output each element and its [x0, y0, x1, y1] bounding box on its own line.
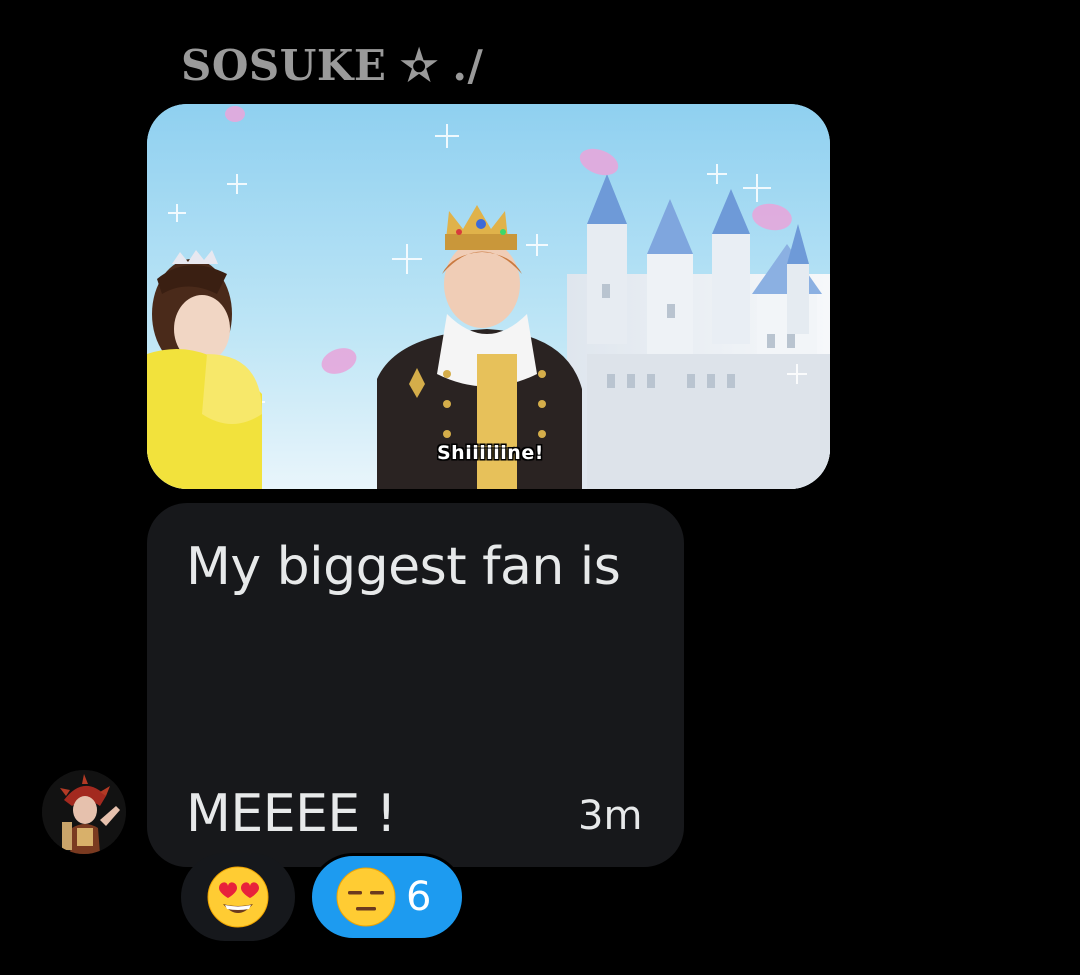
- text-message-bubble[interactable]: My biggest fan is MEEEE ! 3m: [147, 503, 684, 867]
- reaction-expressionless-selected[interactable]: 6: [309, 853, 465, 941]
- reaction-count: 6: [406, 874, 432, 920]
- avatar[interactable]: [42, 770, 126, 854]
- message-timestamp: 3m: [578, 793, 643, 839]
- image-message[interactable]: [147, 104, 830, 489]
- heart-eyes-emoji-icon: [207, 866, 269, 928]
- video-subtitle: Shiiiiiine!: [437, 442, 544, 464]
- expressionless-face-emoji-icon: [336, 867, 396, 927]
- dm-conversation-screen: SOSUKE ✫ ./ Shiiiiiine! My biggest fan i…: [0, 0, 1080, 975]
- avatar-image: [42, 770, 126, 854]
- message-text-line-2: MEEEE !: [186, 784, 397, 844]
- sender-name: SOSUKE ✫ ./: [181, 41, 484, 90]
- castle-scene-image: [147, 104, 830, 489]
- message-text-line-1: My biggest fan is: [186, 537, 621, 597]
- reaction-heart-eyes[interactable]: [181, 853, 295, 941]
